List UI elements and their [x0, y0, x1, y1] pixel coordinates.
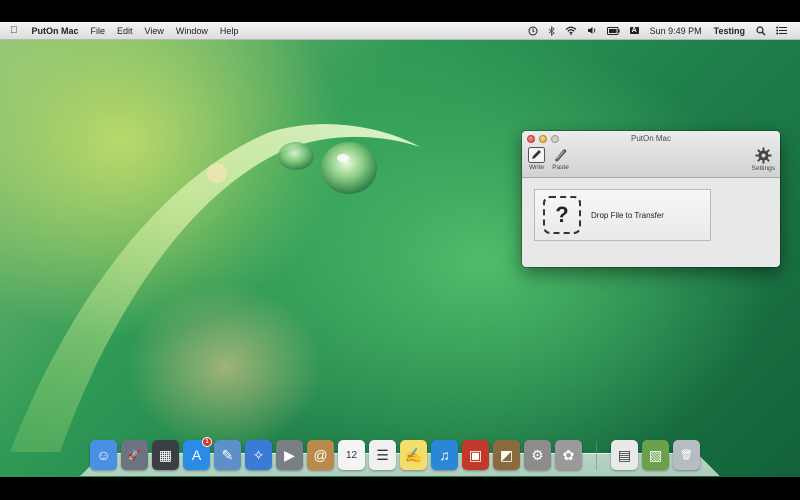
window-menu[interactable]: Window: [170, 26, 214, 36]
reminders-icon[interactable]: ☰: [369, 440, 396, 470]
window-titlebar[interactable]: PutOn Mac Write Paste Settings: [522, 131, 780, 178]
itunes-icon[interactable]: ♫: [431, 440, 458, 470]
safari-icon[interactable]: ✧: [245, 440, 272, 470]
volume-icon[interactable]: [582, 26, 602, 35]
user-menu[interactable]: Testing: [708, 26, 751, 36]
gear-icon: [755, 147, 772, 164]
write-icon: [528, 147, 545, 163]
view-menu[interactable]: View: [139, 26, 170, 36]
drop-zone-label: Drop File to Transfer: [591, 210, 664, 220]
edit-menu[interactable]: Edit: [111, 26, 139, 36]
calendar-icon[interactable]: 12: [338, 440, 365, 470]
launchpad-icon[interactable]: 🚀: [121, 440, 148, 470]
apple-menu-icon[interactable]: : [0, 25, 26, 36]
paste-icon: [555, 149, 567, 162]
drop-zone[interactable]: ? Drop File to Transfer: [534, 189, 711, 241]
spotlight-search-icon[interactable]: [751, 25, 771, 36]
photo-booth-icon[interactable]: ▣: [462, 440, 489, 470]
settings-label: Settings: [751, 165, 776, 172]
file-menu[interactable]: File: [85, 26, 112, 36]
system-preferences-icon[interactable]: ⚙: [524, 440, 551, 470]
iphoto-icon[interactable]: ◩: [493, 440, 520, 470]
menu-bar:  PutOn Mac File Edit View Window Help A…: [0, 22, 800, 40]
battery-icon[interactable]: [602, 26, 625, 35]
clock[interactable]: Sun 9:49 PM: [644, 26, 708, 36]
finder-icon[interactable]: ☺: [90, 440, 117, 470]
bluetooth-icon[interactable]: [543, 25, 560, 36]
notification-center-icon[interactable]: [771, 26, 792, 35]
notification-badge: 1: [202, 437, 212, 447]
window-title: PutOn Mac: [630, 134, 671, 143]
settings-button[interactable]: Settings: [751, 147, 776, 172]
question-mark-icon: ?: [543, 196, 581, 234]
facetime-icon[interactable]: ▶: [276, 440, 303, 470]
mission-control-icon[interactable]: ▦: [152, 440, 179, 470]
wifi-icon[interactable]: [560, 26, 582, 35]
contacts-icon[interactable]: @: [307, 440, 334, 470]
preview-icon[interactable]: ✎: [214, 440, 241, 470]
puton-mac-icon[interactable]: ✿: [555, 440, 582, 470]
app-store-icon[interactable]: A1: [183, 437, 212, 470]
time-machine-icon[interactable]: [523, 26, 543, 36]
notes-icon[interactable]: ✍: [400, 440, 427, 470]
puton-mac-window: PutOn Mac Write Paste Settings ? Drop Fi…: [522, 131, 780, 267]
paste-button[interactable]: Paste: [552, 147, 569, 171]
input-source-icon[interactable]: A: [625, 27, 644, 34]
documents-stack-icon[interactable]: ▤: [611, 440, 638, 470]
paste-label: Paste: [552, 164, 569, 171]
app-menu[interactable]: PutOn Mac: [26, 26, 85, 36]
help-menu[interactable]: Help: [214, 26, 245, 36]
dock: ☺ 🚀 ▦ A 1 ✎ ✧ ▶ @12 ☰ ✍ ♫ ▣ ◩ ⚙ ✿ ▤ ▧ 🗑: [90, 434, 700, 470]
pictures-stack-icon[interactable]: ▧: [642, 440, 669, 470]
write-button[interactable]: Write: [528, 147, 545, 171]
write-label: Write: [528, 164, 545, 171]
trash-icon[interactable]: 🗑: [673, 440, 700, 470]
dock-separator: [596, 442, 597, 470]
